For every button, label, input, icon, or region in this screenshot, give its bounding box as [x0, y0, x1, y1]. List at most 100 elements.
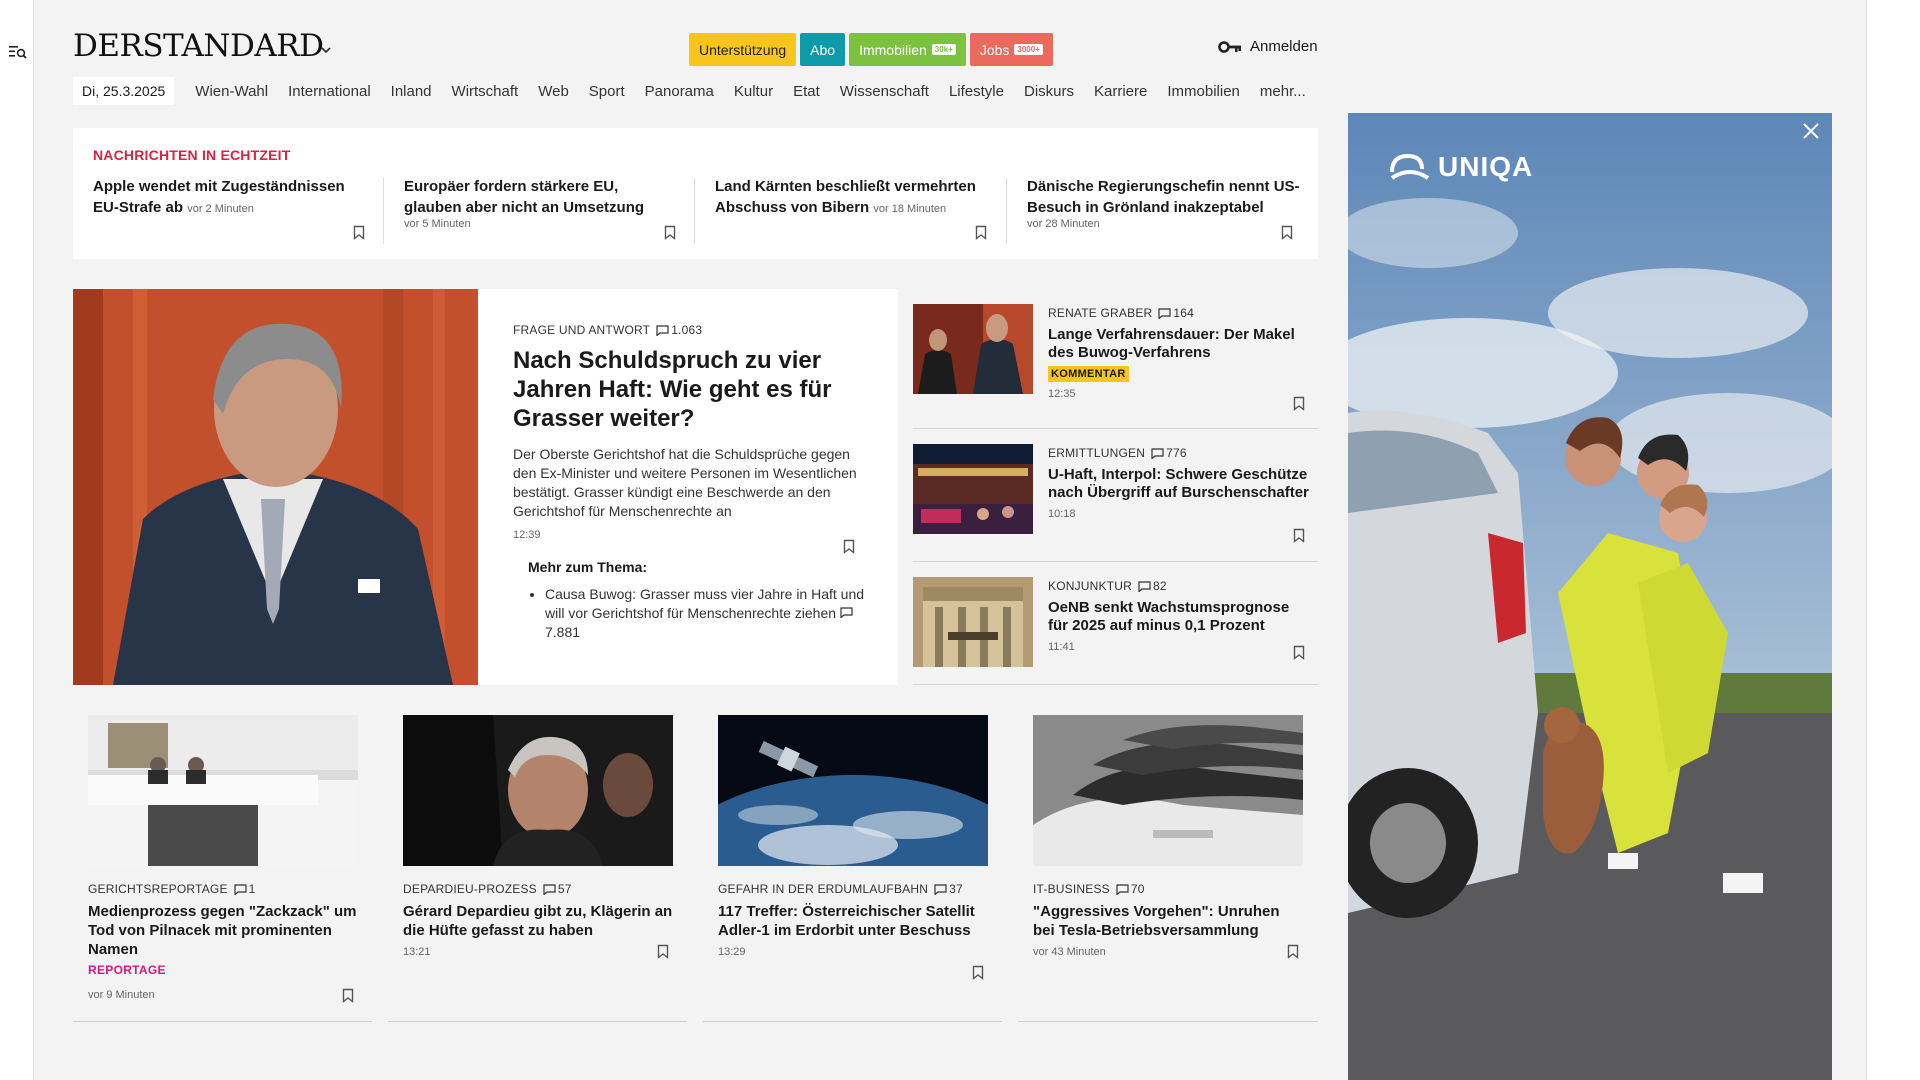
- ticker-item[interactable]: Apple wendet mit Zugeständnissen EU-Stra…: [93, 176, 358, 246]
- ticker-item[interactable]: Dänische Regierungschefin nennt US-Besuc…: [1027, 176, 1302, 246]
- article-card[interactable]: DEPARDIEU-PROZESS 57 Gérard Depardieu gib…: [403, 715, 675, 959]
- bookmark-icon[interactable]: [1293, 645, 1305, 660]
- site-logo[interactable]: DERSTANDARD: [73, 28, 324, 64]
- comment-count[interactable]: 776: [1151, 446, 1187, 460]
- side-headline[interactable]: U-Haft, Interpol: Schwere Geschütze nach…: [1048, 466, 1313, 502]
- bookmark-icon[interactable]: [972, 965, 984, 980]
- lead-headline[interactable]: Nach Schuldspruch zu vier Jahren Haft: W…: [513, 346, 873, 433]
- card-kicker: DEPARDIEU-PROZESS 57: [403, 882, 675, 896]
- card-kicker: GERICHTSREPORTAGE 1: [88, 882, 360, 896]
- nav-item-panorama[interactable]: Panorama: [635, 83, 724, 100]
- nav-item-inland[interactable]: Inland: [381, 83, 442, 100]
- ticker-divider: [1006, 178, 1007, 244]
- nav-item-wien-wahl[interactable]: Wien-Wahl: [185, 83, 278, 100]
- side-article-image[interactable]: [913, 444, 1033, 534]
- card-headline[interactable]: 117 Treffer: Österreichischer Satellit A…: [718, 902, 990, 940]
- side-headline[interactable]: OeNB senkt Wachstumsprognose für 2025 au…: [1048, 599, 1313, 635]
- side-article-info: KONJUNKTUR 82 OeNB senkt Wachstumsprognos…: [1048, 579, 1313, 653]
- bookmark-icon[interactable]: [353, 225, 365, 240]
- nav-item-international[interactable]: International: [278, 83, 381, 100]
- nav-item-lifestyle[interactable]: Lifestyle: [939, 83, 1014, 100]
- article-card[interactable]: GERICHTSREPORTAGE 1 Medienprozess gegen "…: [88, 715, 360, 1003]
- key-icon: [1218, 40, 1241, 53]
- side-article-image[interactable]: [913, 304, 1033, 394]
- divider: [1018, 1021, 1318, 1022]
- card-headline[interactable]: Gérard Depardieu gibt zu, Klägerin an di…: [403, 902, 675, 940]
- nav-item-diskurs[interactable]: Diskurs: [1014, 83, 1084, 100]
- lead-kicker: FRAGE UND ANTWORT 1.063: [513, 323, 873, 337]
- comment-count[interactable]: 37: [934, 882, 963, 896]
- immobilien-tag: 30k+: [931, 44, 956, 55]
- card-headline[interactable]: Medienprozess gegen "Zackzack" um Tod vo…: [88, 902, 360, 959]
- comment-count[interactable]: 82: [1138, 579, 1167, 593]
- side-comment-count: 776: [1166, 446, 1187, 460]
- nav-item-sport[interactable]: Sport: [579, 83, 635, 100]
- nav-item-kultur[interactable]: Kultur: [724, 83, 783, 100]
- comment-count[interactable]: 57: [543, 882, 572, 896]
- article-card[interactable]: IT-BUSINESS 70 "Aggressives Vorgehen": Un…: [1033, 715, 1305, 959]
- bookmark-icon[interactable]: [975, 225, 987, 240]
- live-news-ticker: NACHRICHTEN IN ECHTZEIT Apple wendet mit…: [73, 128, 1318, 259]
- nav-item-immobilien[interactable]: Immobilien: [1157, 83, 1250, 100]
- login-label: Anmelden: [1250, 38, 1318, 55]
- article-card-image[interactable]: [88, 715, 358, 866]
- menu-search-icon[interactable]: [9, 44, 27, 60]
- article-card-image[interactable]: [403, 715, 673, 866]
- nav-item-wissenschaft[interactable]: Wissenschaft: [830, 83, 939, 100]
- comment-count[interactable]: 1.063: [656, 323, 702, 337]
- lead-article[interactable]: FRAGE UND ANTWORT 1.063 Nach Schuldspruc…: [73, 289, 898, 685]
- bookmark-icon[interactable]: [1293, 528, 1305, 543]
- lead-article-image[interactable]: [73, 289, 478, 685]
- comment-count[interactable]: 1: [234, 882, 256, 896]
- side-kicker-label: RENATE GRABER: [1048, 306, 1153, 320]
- nav-item-web[interactable]: Web: [528, 83, 579, 100]
- more-topic-item[interactable]: Causa Buwog: Grasser muss vier Jahre in …: [545, 585, 873, 642]
- side-article[interactable]: ERMITTLUNGEN 776 U-Haft, Interpol: Schwer…: [913, 444, 1318, 562]
- bookmark-icon[interactable]: [1281, 225, 1293, 240]
- side-comment-count: 82: [1153, 579, 1167, 593]
- side-article-info: RENATE GRABER 164 Lange Verfahrensdauer: …: [1048, 306, 1313, 400]
- side-article-image[interactable]: [913, 577, 1033, 667]
- bookmark-icon[interactable]: [1293, 396, 1305, 411]
- lead-teaser: Der Oberste Gerichtshof hat die Schuldsp…: [513, 446, 857, 519]
- comment-icon: [543, 883, 556, 895]
- nav-item-karriere[interactable]: Karriere: [1084, 83, 1157, 100]
- nav-item-more[interactable]: mehr...: [1250, 83, 1316, 100]
- close-icon[interactable]: [1800, 120, 1822, 142]
- side-article[interactable]: RENATE GRABER 164 Lange Verfahrensdauer: …: [913, 304, 1318, 429]
- nav-item-etat[interactable]: Etat: [783, 83, 830, 100]
- bookmark-icon[interactable]: [664, 225, 676, 240]
- comment-count[interactable]: 70: [1116, 882, 1145, 896]
- bookmark-icon[interactable]: [1287, 944, 1299, 959]
- abo-button[interactable]: Abo: [800, 33, 846, 66]
- article-card-image[interactable]: [718, 715, 988, 866]
- side-article[interactable]: KONJUNKTUR 82 OeNB senkt Wachstumsprognos…: [913, 577, 1318, 685]
- advertisement[interactable]: UNIQA: [1348, 113, 1832, 1080]
- kommentar-badge: KOMMENTAR: [1048, 366, 1129, 382]
- bookmark-icon[interactable]: [843, 539, 855, 554]
- card-headline[interactable]: "Aggressives Vorgehen": Unruhen bei Tesl…: [1033, 902, 1305, 940]
- article-card-image[interactable]: [1033, 715, 1303, 866]
- immobilien-button[interactable]: Immobilien 30k+: [849, 33, 966, 66]
- ad-brand-name: UNIQA: [1438, 151, 1534, 182]
- divider: [913, 428, 1318, 429]
- bookmark-icon[interactable]: [657, 944, 669, 959]
- side-headline[interactable]: Lange Verfahrensdauer: Der Makel des Buw…: [1048, 326, 1313, 362]
- bookmark-icon[interactable]: [342, 988, 354, 1003]
- main-nav: Di, 25.3.2025 Wien-Wahl International In…: [73, 77, 1316, 105]
- jobs-label: Jobs: [979, 41, 1010, 58]
- article-card[interactable]: GEFAHR IN DER ERDUMLAUFBAHN 37 117 Treffe…: [718, 715, 990, 980]
- ticker-item[interactable]: Europäer fordern stärkere EU, glauben ab…: [404, 176, 669, 246]
- login-button[interactable]: Anmelden: [1218, 38, 1318, 55]
- comment-count[interactable]: 164: [1158, 306, 1194, 320]
- card-kicker-label: IT-BUSINESS: [1033, 882, 1110, 896]
- ticker-item[interactable]: Land Kärnten beschließt vermehrten Absch…: [715, 176, 990, 246]
- chevron-down-icon[interactable]: [318, 42, 334, 58]
- support-button[interactable]: Unterstützung: [689, 33, 797, 66]
- more-topic-link[interactable]: Causa Buwog: Grasser muss vier Jahre in …: [545, 586, 864, 621]
- reportage-badge: REPORTAGE: [88, 963, 166, 977]
- jobs-button[interactable]: Jobs 3000+: [969, 33, 1053, 66]
- comment-icon: [1116, 883, 1129, 895]
- nav-item-wirtschaft[interactable]: Wirtschaft: [442, 83, 529, 100]
- jobs-tag: 3000+: [1014, 44, 1043, 55]
